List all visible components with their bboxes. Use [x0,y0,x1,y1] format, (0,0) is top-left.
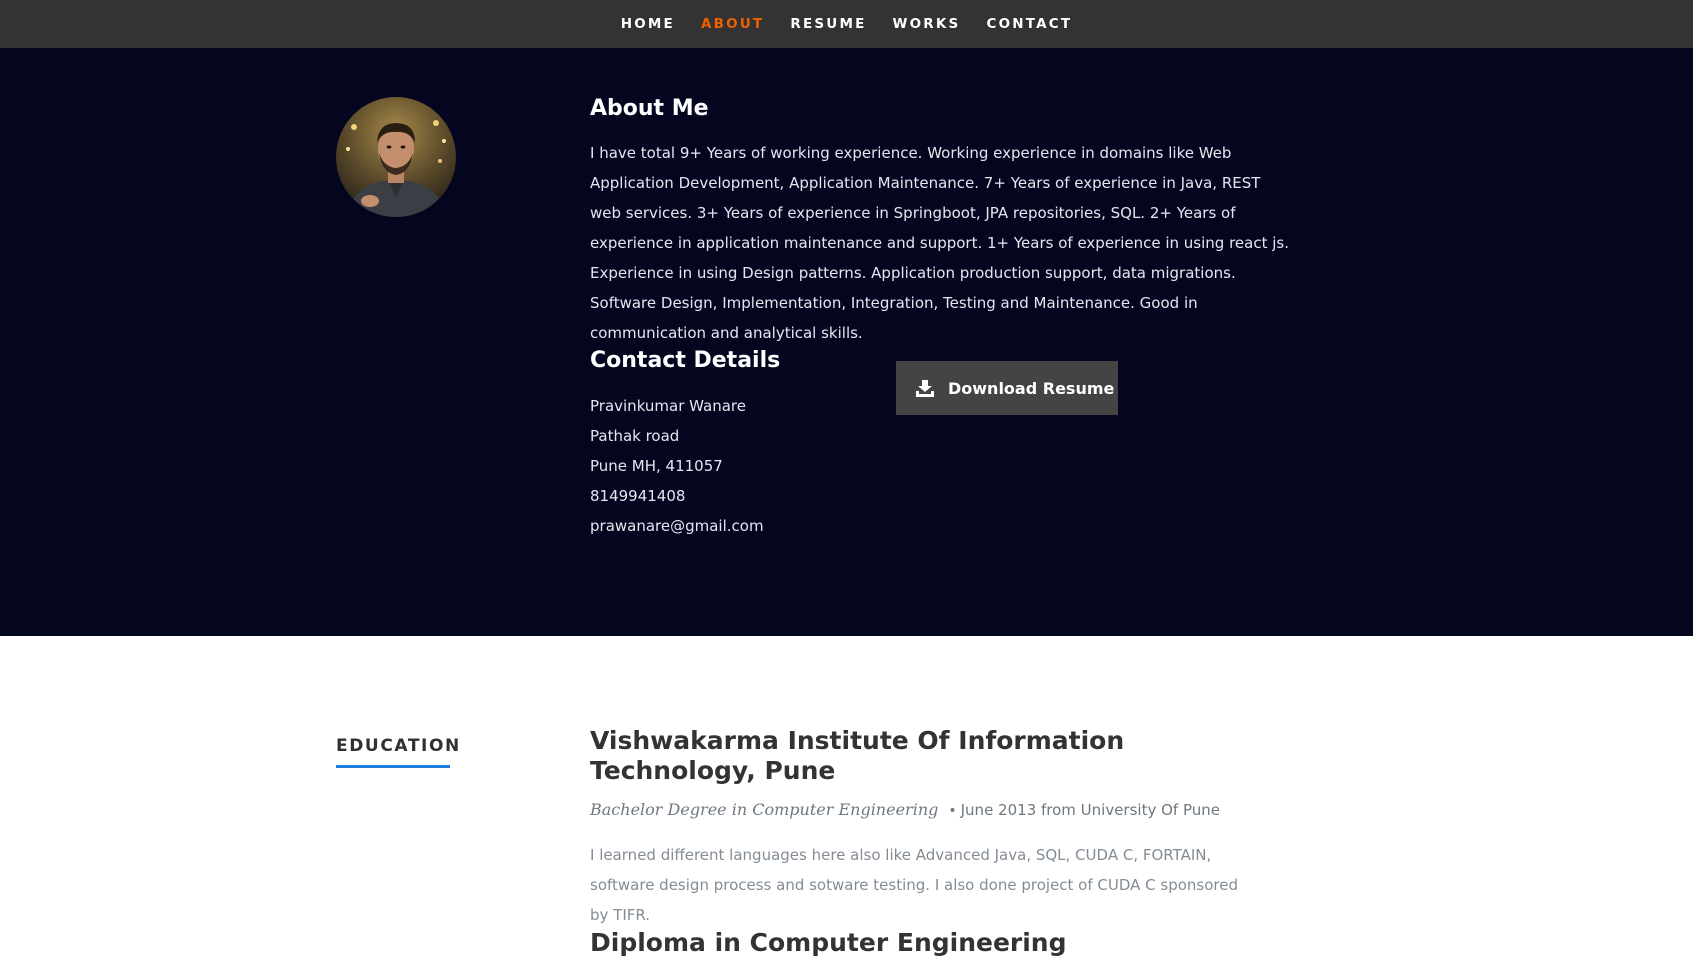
nav-item-resume[interactable]: RESUME [790,16,866,32]
nav-menu: HOME ABOUT RESUME WORKS CONTACT [0,0,1693,48]
contact-details: Pravinkumar Wanare Pathak road Pune MH, … [590,391,764,541]
bullet-separator: • [948,803,957,819]
nav-item-works[interactable]: WORKS [893,16,961,32]
school-title-2: Diploma in Computer Engineering [590,928,1067,957]
contact-name: Pravinkumar Wanare [590,397,746,415]
avatar [336,97,456,217]
download-resume-label: Download Resume [948,378,1115,398]
top-nav: HOME ABOUT RESUME WORKS CONTACT [0,0,1693,48]
about-section: About Me I have total 9+ Years of workin… [0,48,1693,636]
nav-item-about[interactable]: ABOUT [701,16,764,32]
download-icon [916,379,934,397]
about-title: About Me [590,96,709,121]
degree-name: Bachelor Degree in Computer Engineering [590,800,939,819]
nav-item-home[interactable]: HOME [621,16,675,32]
degree-date: June 2013 from University Of Pune [960,801,1220,819]
about-text: I have total 9+ Years of working experie… [590,144,1289,342]
degree-line: Bachelor Degree in Computer Engineering •… [590,800,1220,819]
profile-photo [336,97,456,217]
download-resume-button[interactable]: Download Resume [896,361,1118,415]
school-title: Vishwakarma Institute Of Information Tec… [590,726,1125,785]
contact-street: Pathak road [590,427,680,445]
education-description: I learned different languages here also … [590,846,1238,924]
education-heading: EDUCATION [336,736,461,756]
contact-phone: 8149941408 [590,487,686,505]
contact-email[interactable]: prawanare@gmail.com [590,511,764,541]
education-underline [336,765,450,768]
nav-item-contact[interactable]: CONTACT [986,16,1072,32]
contact-title: Contact Details [590,348,781,373]
contact-city: Pune MH, 411057 [590,457,723,475]
